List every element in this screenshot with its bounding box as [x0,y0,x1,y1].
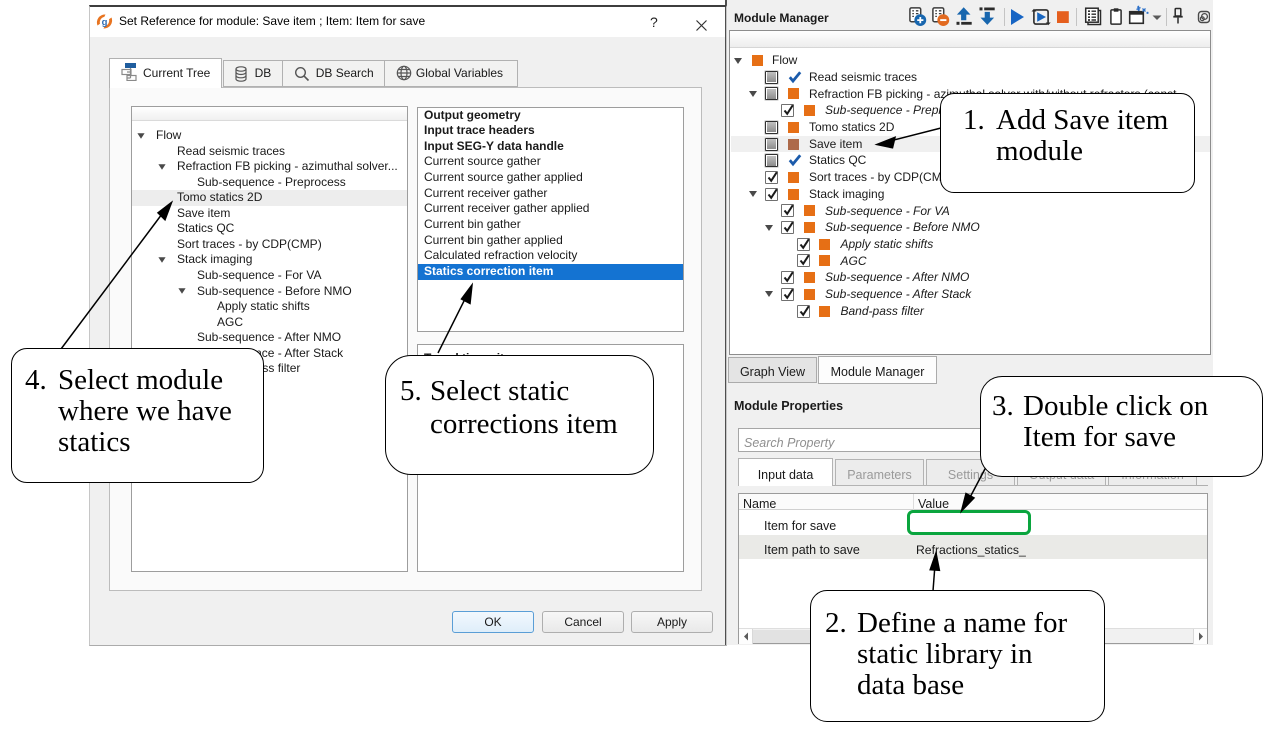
svg-text:g: g [102,17,108,28]
